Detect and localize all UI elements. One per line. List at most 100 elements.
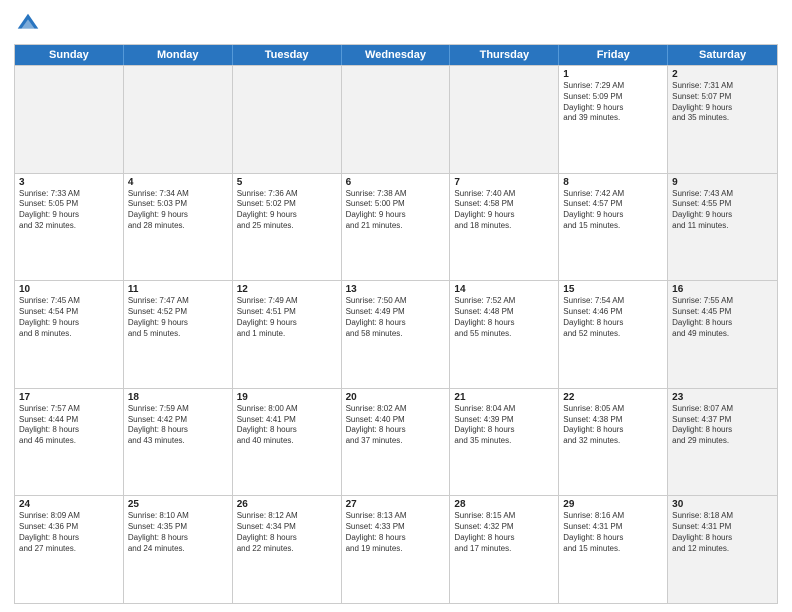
cal-cell-1: 1Sunrise: 7:29 AM Sunset: 5:09 PM Daylig… xyxy=(559,66,668,173)
cal-cell-16: 16Sunrise: 7:55 AM Sunset: 4:45 PM Dayli… xyxy=(668,281,777,388)
cal-cell-13: 13Sunrise: 7:50 AM Sunset: 4:49 PM Dayli… xyxy=(342,281,451,388)
day-number: 13 xyxy=(346,284,446,295)
calendar-header: SundayMondayTuesdayWednesdayThursdayFrid… xyxy=(15,45,777,65)
day-info: Sunrise: 8:00 AM Sunset: 4:41 PM Dayligh… xyxy=(237,404,337,447)
day-info: Sunrise: 7:42 AM Sunset: 4:57 PM Dayligh… xyxy=(563,189,663,232)
day-info: Sunrise: 7:50 AM Sunset: 4:49 PM Dayligh… xyxy=(346,296,446,339)
day-number: 1 xyxy=(563,69,663,80)
day-number: 17 xyxy=(19,392,119,403)
cal-cell-empty-4 xyxy=(450,66,559,173)
cal-cell-19: 19Sunrise: 8:00 AM Sunset: 4:41 PM Dayli… xyxy=(233,389,342,496)
day-number: 27 xyxy=(346,499,446,510)
day-number: 9 xyxy=(672,177,773,188)
cal-cell-28: 28Sunrise: 8:15 AM Sunset: 4:32 PM Dayli… xyxy=(450,496,559,603)
cal-cell-22: 22Sunrise: 8:05 AM Sunset: 4:38 PM Dayli… xyxy=(559,389,668,496)
header xyxy=(14,10,778,38)
cal-cell-4: 4Sunrise: 7:34 AM Sunset: 5:03 PM Daylig… xyxy=(124,174,233,281)
cal-cell-empty-3 xyxy=(342,66,451,173)
day-info: Sunrise: 7:40 AM Sunset: 4:58 PM Dayligh… xyxy=(454,189,554,232)
cal-cell-9: 9Sunrise: 7:43 AM Sunset: 4:55 PM Daylig… xyxy=(668,174,777,281)
logo xyxy=(14,10,46,38)
header-day-thursday: Thursday xyxy=(450,45,559,65)
header-day-monday: Monday xyxy=(124,45,233,65)
day-info: Sunrise: 8:02 AM Sunset: 4:40 PM Dayligh… xyxy=(346,404,446,447)
day-info: Sunrise: 7:52 AM Sunset: 4:48 PM Dayligh… xyxy=(454,296,554,339)
header-day-wednesday: Wednesday xyxy=(342,45,451,65)
day-number: 8 xyxy=(563,177,663,188)
day-number: 26 xyxy=(237,499,337,510)
day-number: 30 xyxy=(672,499,773,510)
cal-cell-27: 27Sunrise: 8:13 AM Sunset: 4:33 PM Dayli… xyxy=(342,496,451,603)
day-info: Sunrise: 8:18 AM Sunset: 4:31 PM Dayligh… xyxy=(672,511,773,554)
day-info: Sunrise: 8:07 AM Sunset: 4:37 PM Dayligh… xyxy=(672,404,773,447)
cal-cell-8: 8Sunrise: 7:42 AM Sunset: 4:57 PM Daylig… xyxy=(559,174,668,281)
page: SundayMondayTuesdayWednesdayThursdayFrid… xyxy=(0,0,792,612)
day-number: 29 xyxy=(563,499,663,510)
day-number: 16 xyxy=(672,284,773,295)
day-number: 19 xyxy=(237,392,337,403)
cal-cell-23: 23Sunrise: 8:07 AM Sunset: 4:37 PM Dayli… xyxy=(668,389,777,496)
day-info: Sunrise: 7:59 AM Sunset: 4:42 PM Dayligh… xyxy=(128,404,228,447)
cal-cell-30: 30Sunrise: 8:18 AM Sunset: 4:31 PM Dayli… xyxy=(668,496,777,603)
cal-cell-3: 3Sunrise: 7:33 AM Sunset: 5:05 PM Daylig… xyxy=(15,174,124,281)
day-number: 24 xyxy=(19,499,119,510)
day-number: 14 xyxy=(454,284,554,295)
day-number: 21 xyxy=(454,392,554,403)
cal-cell-5: 5Sunrise: 7:36 AM Sunset: 5:02 PM Daylig… xyxy=(233,174,342,281)
day-number: 15 xyxy=(563,284,663,295)
calendar: SundayMondayTuesdayWednesdayThursdayFrid… xyxy=(14,44,778,604)
day-info: Sunrise: 7:45 AM Sunset: 4:54 PM Dayligh… xyxy=(19,296,119,339)
cal-week-0: 1Sunrise: 7:29 AM Sunset: 5:09 PM Daylig… xyxy=(15,65,777,173)
day-info: Sunrise: 8:16 AM Sunset: 4:31 PM Dayligh… xyxy=(563,511,663,554)
cal-week-2: 10Sunrise: 7:45 AM Sunset: 4:54 PM Dayli… xyxy=(15,280,777,388)
day-number: 20 xyxy=(346,392,446,403)
header-day-friday: Friday xyxy=(559,45,668,65)
day-number: 18 xyxy=(128,392,228,403)
cal-cell-15: 15Sunrise: 7:54 AM Sunset: 4:46 PM Dayli… xyxy=(559,281,668,388)
cal-cell-20: 20Sunrise: 8:02 AM Sunset: 4:40 PM Dayli… xyxy=(342,389,451,496)
day-number: 22 xyxy=(563,392,663,403)
cal-cell-2: 2Sunrise: 7:31 AM Sunset: 5:07 PM Daylig… xyxy=(668,66,777,173)
cal-cell-24: 24Sunrise: 8:09 AM Sunset: 4:36 PM Dayli… xyxy=(15,496,124,603)
cal-cell-10: 10Sunrise: 7:45 AM Sunset: 4:54 PM Dayli… xyxy=(15,281,124,388)
day-info: Sunrise: 7:38 AM Sunset: 5:00 PM Dayligh… xyxy=(346,189,446,232)
day-info: Sunrise: 7:49 AM Sunset: 4:51 PM Dayligh… xyxy=(237,296,337,339)
day-info: Sunrise: 7:33 AM Sunset: 5:05 PM Dayligh… xyxy=(19,189,119,232)
day-info: Sunrise: 7:31 AM Sunset: 5:07 PM Dayligh… xyxy=(672,81,773,124)
day-number: 4 xyxy=(128,177,228,188)
cal-cell-29: 29Sunrise: 8:16 AM Sunset: 4:31 PM Dayli… xyxy=(559,496,668,603)
cal-cell-empty-1 xyxy=(124,66,233,173)
day-number: 23 xyxy=(672,392,773,403)
cal-cell-25: 25Sunrise: 8:10 AM Sunset: 4:35 PM Dayli… xyxy=(124,496,233,603)
header-day-tuesday: Tuesday xyxy=(233,45,342,65)
logo-icon xyxy=(14,10,42,38)
cal-cell-7: 7Sunrise: 7:40 AM Sunset: 4:58 PM Daylig… xyxy=(450,174,559,281)
cal-cell-21: 21Sunrise: 8:04 AM Sunset: 4:39 PM Dayli… xyxy=(450,389,559,496)
day-info: Sunrise: 7:54 AM Sunset: 4:46 PM Dayligh… xyxy=(563,296,663,339)
header-day-sunday: Sunday xyxy=(15,45,124,65)
day-info: Sunrise: 7:55 AM Sunset: 4:45 PM Dayligh… xyxy=(672,296,773,339)
cal-cell-empty-2 xyxy=(233,66,342,173)
day-number: 2 xyxy=(672,69,773,80)
day-info: Sunrise: 7:29 AM Sunset: 5:09 PM Dayligh… xyxy=(563,81,663,124)
day-number: 10 xyxy=(19,284,119,295)
day-info: Sunrise: 8:10 AM Sunset: 4:35 PM Dayligh… xyxy=(128,511,228,554)
day-number: 5 xyxy=(237,177,337,188)
cal-cell-14: 14Sunrise: 7:52 AM Sunset: 4:48 PM Dayli… xyxy=(450,281,559,388)
cal-week-3: 17Sunrise: 7:57 AM Sunset: 4:44 PM Dayli… xyxy=(15,388,777,496)
cal-cell-17: 17Sunrise: 7:57 AM Sunset: 4:44 PM Dayli… xyxy=(15,389,124,496)
day-info: Sunrise: 8:12 AM Sunset: 4:34 PM Dayligh… xyxy=(237,511,337,554)
day-number: 6 xyxy=(346,177,446,188)
day-info: Sunrise: 8:04 AM Sunset: 4:39 PM Dayligh… xyxy=(454,404,554,447)
cal-cell-6: 6Sunrise: 7:38 AM Sunset: 5:00 PM Daylig… xyxy=(342,174,451,281)
day-info: Sunrise: 8:05 AM Sunset: 4:38 PM Dayligh… xyxy=(563,404,663,447)
cal-cell-18: 18Sunrise: 7:59 AM Sunset: 4:42 PM Dayli… xyxy=(124,389,233,496)
day-info: Sunrise: 8:09 AM Sunset: 4:36 PM Dayligh… xyxy=(19,511,119,554)
calendar-body: 1Sunrise: 7:29 AM Sunset: 5:09 PM Daylig… xyxy=(15,65,777,603)
day-info: Sunrise: 8:13 AM Sunset: 4:33 PM Dayligh… xyxy=(346,511,446,554)
day-info: Sunrise: 7:57 AM Sunset: 4:44 PM Dayligh… xyxy=(19,404,119,447)
day-number: 11 xyxy=(128,284,228,295)
cal-cell-26: 26Sunrise: 8:12 AM Sunset: 4:34 PM Dayli… xyxy=(233,496,342,603)
day-info: Sunrise: 7:34 AM Sunset: 5:03 PM Dayligh… xyxy=(128,189,228,232)
day-info: Sunrise: 7:47 AM Sunset: 4:52 PM Dayligh… xyxy=(128,296,228,339)
